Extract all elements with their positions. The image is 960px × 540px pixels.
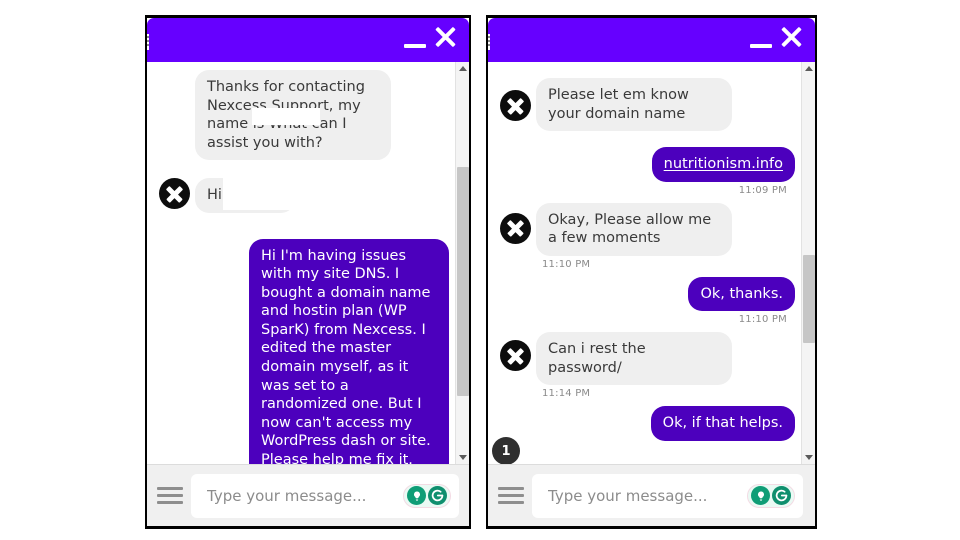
- message-row: Ok, if that helps.: [494, 406, 795, 441]
- message-text: nutritionism.info: [663, 156, 783, 173]
- chat-window-left: Thanks for contacting Nexcess Support, m…: [145, 15, 471, 529]
- close-icon[interactable]: [776, 22, 806, 54]
- message-text: Hi I'm having issues with my site DNS. I…: [261, 247, 431, 464]
- unread-count-badge[interactable]: 1: [492, 437, 520, 464]
- message-row: Hi: [153, 176, 449, 213]
- message-row: Can i rest the password/: [494, 332, 795, 386]
- lightbulb-icon[interactable]: [407, 486, 426, 505]
- message-input-wrap[interactable]: [191, 473, 459, 518]
- message-text: Ok, thanks.: [700, 285, 783, 302]
- scroll-up-arrow-icon[interactable]: [456, 62, 469, 76]
- message-list-right: Please let em know your domain name nutr…: [488, 62, 801, 464]
- message-timestamp: 11:10 PM: [738, 314, 787, 326]
- menu-icon[interactable]: [498, 483, 524, 508]
- avatar-slot: [494, 203, 536, 244]
- message-bubble-customer: Ok, if that helps.: [650, 406, 795, 441]
- message-row: Please let em know your domain name: [494, 78, 795, 132]
- message-timestamp: 11:14 PM: [542, 388, 591, 400]
- message-area-right: Please let em know your domain name nutr…: [488, 62, 815, 464]
- message-area-left: Thanks for contacting Nexcess Support, m…: [147, 62, 469, 464]
- page-edge-sliver-right: [488, 34, 490, 50]
- unread-count-label: 1: [501, 443, 511, 459]
- message-bubble-customer: Hi I'm having issues with my site DNS. I…: [249, 238, 449, 464]
- chat-header-left: [147, 18, 469, 62]
- avatar-slot: [153, 178, 195, 210]
- window-controls-left: [402, 22, 460, 54]
- composer-icon-pill: [403, 483, 451, 508]
- message-text: Can i rest the password/: [548, 341, 646, 376]
- message-bubble-agent: Thanks for contacting Nexcess Support, m…: [195, 70, 391, 161]
- avatar: [499, 340, 531, 372]
- message-text: Okay, Please allow me a few moments: [548, 211, 712, 247]
- composer-left: [147, 464, 469, 526]
- message-scrollbar-left[interactable]: [455, 62, 469, 464]
- message-list-left: Thanks for contacting Nexcess Support, m…: [147, 62, 455, 464]
- message-row: nutritionism.info: [494, 147, 795, 182]
- scroll-up-arrow-icon[interactable]: [802, 62, 815, 76]
- message-input[interactable]: [205, 485, 403, 506]
- scroll-down-arrow-icon[interactable]: [456, 450, 469, 464]
- redaction-block: [252, 108, 320, 125]
- message-row: Hi I'm having issues with my site DNS. I…: [153, 238, 449, 464]
- message-bubble-customer: Ok, thanks.: [688, 276, 795, 312]
- chat-header-right: [488, 18, 815, 62]
- avatar: [499, 212, 531, 244]
- menu-icon[interactable]: [157, 483, 183, 508]
- gorgias-g-icon[interactable]: [772, 486, 791, 505]
- gorgias-g-icon[interactable]: [428, 486, 447, 505]
- message-timestamp: 11:10 PM: [542, 258, 591, 270]
- chat-window-right: Please let em know your domain name nutr…: [486, 15, 817, 529]
- avatar-slot: [494, 78, 536, 121]
- message-bubble-agent: Please let em know your domain name: [536, 78, 732, 132]
- message-scrollbar-right[interactable]: [801, 62, 815, 464]
- chat-window-left-inner: Thanks for contacting Nexcess Support, m…: [147, 18, 469, 526]
- message-input[interactable]: [546, 485, 747, 506]
- message-bubble-agent: Okay, Please allow me a few moments: [536, 202, 732, 256]
- redaction-block: [223, 176, 309, 211]
- message-row: Ok, thanks.: [494, 276, 795, 312]
- avatar: [158, 178, 190, 210]
- message-row: Thanks for contacting Nexcess Support, m…: [153, 70, 449, 161]
- message-text: Hi: [207, 187, 222, 204]
- message-bubble-customer[interactable]: nutritionism.info: [651, 147, 795, 182]
- minimize-button[interactable]: [748, 24, 774, 54]
- composer-right: [488, 464, 815, 526]
- scrollbar-thumb[interactable]: [457, 166, 469, 396]
- message-bubble-agent: Can i rest the password/: [536, 332, 732, 386]
- lightbulb-icon[interactable]: [751, 486, 770, 505]
- avatar-slot: [494, 332, 536, 372]
- message-input-wrap[interactable]: [532, 473, 803, 518]
- message-bubble-agent: Hi: [195, 176, 309, 213]
- minimize-button[interactable]: [402, 24, 428, 54]
- window-controls-right: [748, 22, 806, 54]
- composer-icon-pill: [747, 483, 795, 508]
- message-timestamp: 11:09 PM: [738, 184, 787, 196]
- screenshot-root: Thanks for contacting Nexcess Support, m…: [0, 0, 960, 540]
- scroll-down-arrow-icon[interactable]: [802, 450, 815, 464]
- message-row: Okay, Please allow me a few moments: [494, 202, 795, 256]
- close-icon[interactable]: [430, 22, 460, 54]
- message-text: Please let em know your domain name: [548, 87, 689, 122]
- message-text: Ok, if that helps.: [662, 415, 783, 432]
- chat-window-right-inner: Please let em know your domain name nutr…: [488, 18, 815, 526]
- scrollbar-thumb[interactable]: [803, 254, 815, 344]
- avatar: [499, 90, 531, 121]
- page-edge-sliver-left: [147, 34, 149, 50]
